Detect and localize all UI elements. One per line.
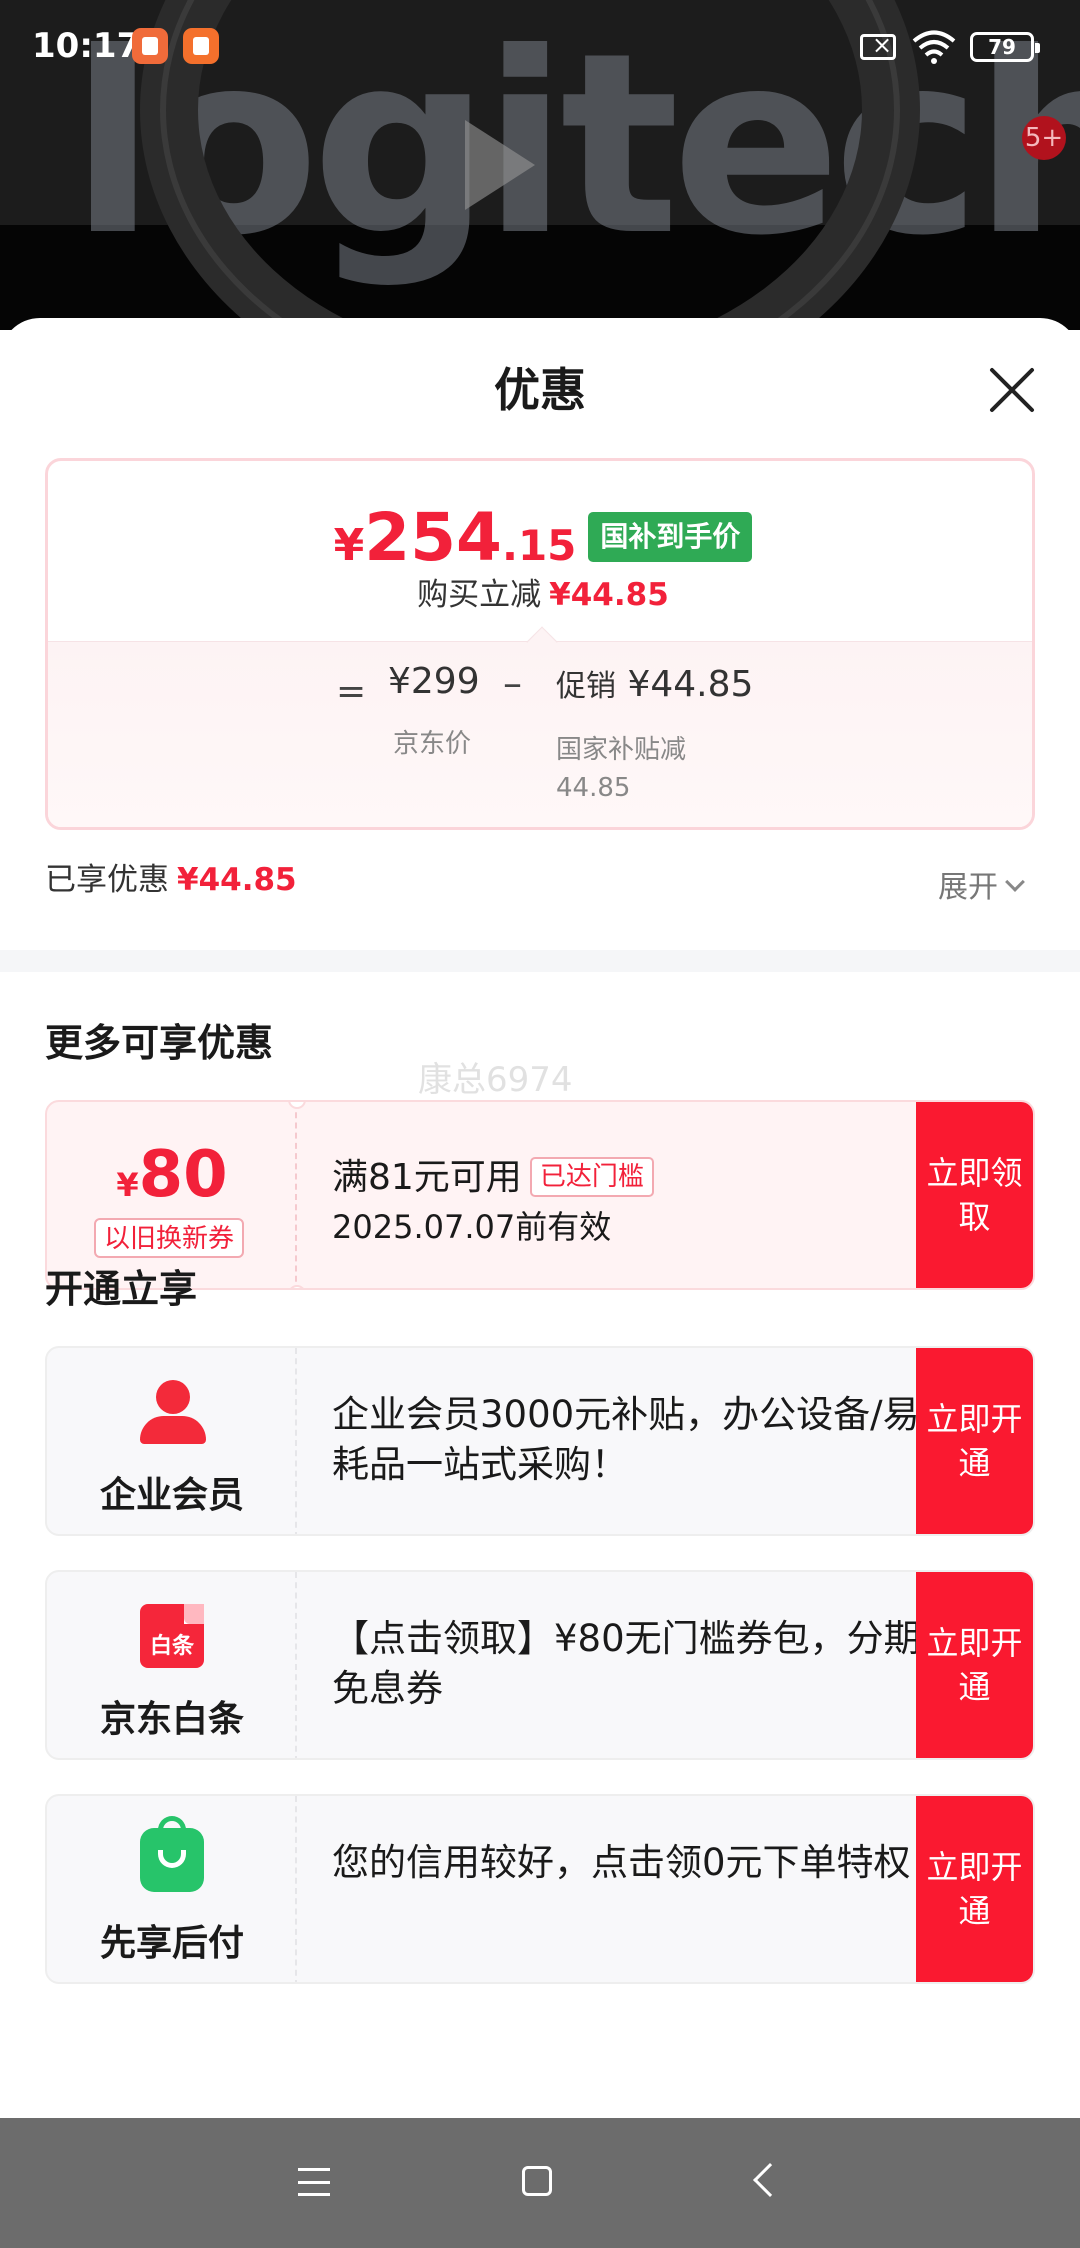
- status-time: 10:17: [32, 26, 141, 66]
- price-breakdown-card: ¥254.15 国补到手价 购买立减 ¥44.85 = ¥299 京东价 – 促销 …: [45, 458, 1035, 830]
- service-name: 企业会员: [99, 1475, 244, 1516]
- service-card-enterprise[interactable]: 企业会员 企业会员3000元补贴，办公设备/易耗品一站式采购！ 立即开通: [45, 1346, 1035, 1536]
- final-price: ¥254.15 国补到手价: [48, 499, 1032, 576]
- expand-label: 展开: [938, 870, 998, 905]
- coupon-type: 以旧换新券: [94, 1218, 245, 1258]
- activate-benefits-title: 开通立享: [45, 1267, 198, 1311]
- service-description: 您的信用较好，点击领0元下单特权: [332, 1841, 911, 1884]
- back-icon[interactable]: [753, 2163, 787, 2197]
- national-subsidy-detail: 国家补贴减 44.85: [556, 731, 686, 807]
- purchase-discount-amount: ¥44.85: [549, 577, 669, 613]
- discount-sheet: 优惠 ¥254.15 国补到手价 购买立减 ¥44.85 = ¥299 京东价 – …: [0, 318, 1080, 2118]
- baitiao-icon: 白条: [140, 1604, 204, 1668]
- coupon-notch-bottom: [288, 1285, 306, 1288]
- service-brand-panel: 白条 京东白条: [47, 1572, 297, 1758]
- coupon-expiry: 2025.07.07前有效: [332, 1208, 612, 1246]
- service-brand-panel: 企业会员: [47, 1348, 297, 1534]
- home-icon[interactable]: [522, 2166, 552, 2196]
- final-price-integer: 254: [364, 499, 502, 576]
- purchase-discount: 购买立减 ¥44.85: [48, 569, 1032, 614]
- coupon-condition: 满81元可用 已达门槛: [332, 1148, 654, 1200]
- close-icon[interactable]: [984, 362, 1040, 418]
- system-nav-bar: [0, 2118, 1080, 2248]
- service-card-baitiao[interactable]: 白条 京东白条 【点击领取】¥80无门槛券包，分期免息券 立即开通: [45, 1570, 1035, 1760]
- service-name: 先享后付: [99, 1923, 244, 1964]
- subsidy-price-tag: 国补到手价: [588, 512, 753, 562]
- final-price-decimal: .15: [501, 521, 577, 570]
- service-card-pay-later[interactable]: 先享后付 您的信用较好，点击领0元下单特权 立即开通: [45, 1794, 1035, 1984]
- activate-enterprise-button[interactable]: 立即开通: [916, 1348, 1033, 1534]
- watermark: 康总6974: [418, 1060, 573, 1100]
- final-price-currency: ¥: [333, 520, 365, 571]
- sheet-title: 优惠: [494, 363, 586, 417]
- enterprise-member-icon: [140, 1380, 206, 1444]
- national-subsidy-label: 国家补贴减: [556, 735, 687, 765]
- service-description: 【点击领取】¥80无门槛券包，分期免息券: [332, 1617, 921, 1710]
- national-subsidy-amount: 44.85: [556, 773, 631, 803]
- threshold-reached-badge: 已达门槛: [529, 1157, 654, 1197]
- enjoyed-discount: 已享优惠 ¥44.85: [45, 854, 297, 899]
- activate-pay-later-button[interactable]: 立即开通: [916, 1796, 1033, 1982]
- menu-icon[interactable]: [298, 2168, 330, 2196]
- status-bar: 10:17 79: [0, 0, 1080, 92]
- battery-icon: 79: [970, 32, 1040, 62]
- notification-store-icon: [183, 28, 219, 64]
- enjoyed-discount-amount: ¥44.85: [177, 862, 297, 898]
- enjoyed-discount-label: 已享优惠: [45, 862, 169, 898]
- promotion-amount: 促销 ¥44.85: [556, 661, 753, 705]
- promotion-label: 促销: [556, 669, 616, 704]
- coupon-currency: ¥: [116, 1166, 139, 1204]
- service-brand-panel: 先享后付: [47, 1796, 297, 1982]
- no-sim-icon: [860, 31, 896, 60]
- notification-app-icon: [132, 28, 168, 64]
- more-discounts-title: 更多可享优惠: [45, 1021, 274, 1065]
- icon-fold: [184, 1604, 204, 1624]
- activate-baitiao-button[interactable]: 立即开通: [916, 1572, 1033, 1758]
- play-icon[interactable]: [465, 120, 535, 210]
- bag-handle: [158, 1816, 186, 1840]
- shopping-bag-icon: [140, 1816, 204, 1892]
- icon-head: [156, 1380, 190, 1414]
- promotion-value: ¥44.85: [627, 664, 754, 705]
- purchase-discount-label: 购买立减: [417, 577, 542, 613]
- service-name: 京东白条: [99, 1699, 244, 1740]
- claim-coupon-button[interactable]: 立即领取: [916, 1102, 1033, 1288]
- coupon-amount: ¥80: [47, 1138, 297, 1212]
- icon-body: [140, 1416, 206, 1444]
- expand-button[interactable]: 展开: [938, 862, 1025, 906]
- section-divider: [0, 950, 1080, 972]
- equals-sign: =: [336, 671, 367, 712]
- jd-price: ¥299: [388, 661, 480, 702]
- service-description: 企业会员3000元补贴，办公设备/易耗品一站式采购！: [332, 1393, 920, 1486]
- price-breakdown-detail: [48, 641, 1032, 827]
- minus-sign: –: [503, 661, 522, 705]
- coupon-condition-text: 满81元可用: [332, 1157, 522, 1198]
- jd-price-label: 京东价: [393, 729, 472, 759]
- coupon-value: 80: [138, 1138, 228, 1212]
- bag-smile: [158, 1850, 186, 1868]
- chevron-down-icon: [1005, 872, 1025, 892]
- image-count-badge: 5+: [1022, 116, 1066, 160]
- wifi-icon: [912, 30, 956, 64]
- baitiao-icon-text: 白条: [149, 1634, 194, 1659]
